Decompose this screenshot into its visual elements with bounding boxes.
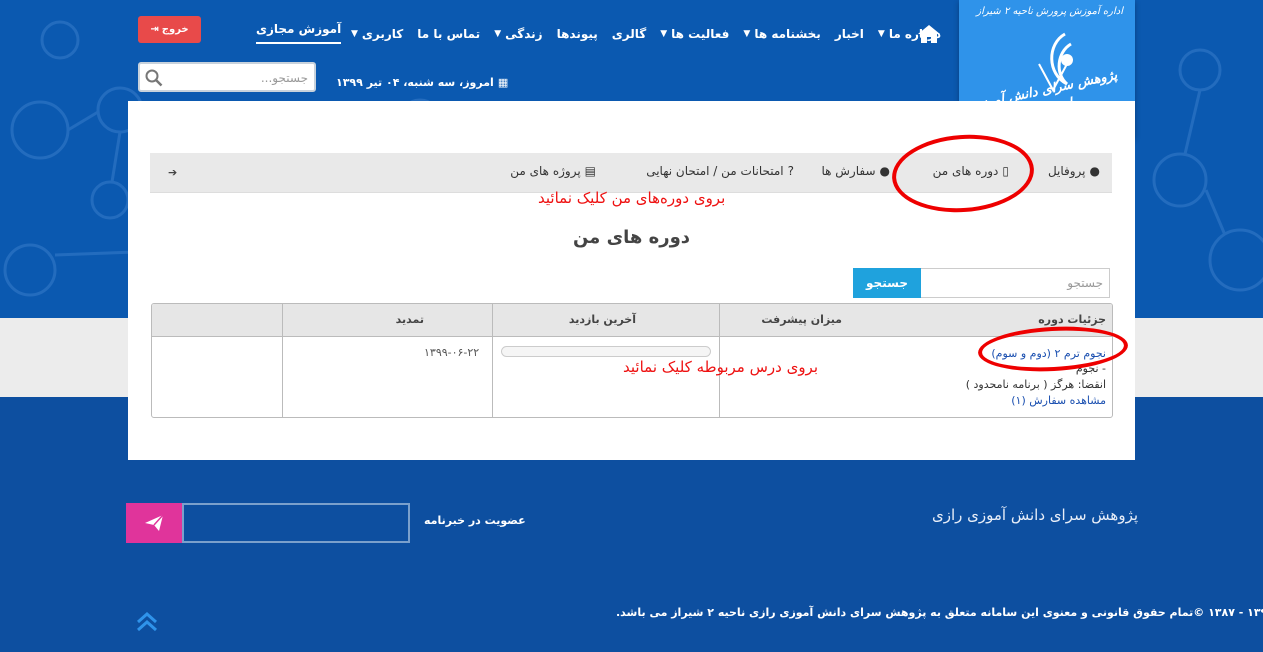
tab-label: سفارش ها: [821, 164, 876, 178]
user-icon: ●: [1089, 164, 1100, 178]
nav-item-life[interactable]: زندگی ▼: [494, 27, 542, 41]
course-search-button[interactable]: جستجو: [853, 268, 921, 298]
newsletter-submit-button[interactable]: [126, 503, 182, 543]
column-divider: [492, 304, 493, 417]
logo-top-text: اداره آموزش پرورش ناحیه ۲ شیراز: [976, 6, 1123, 17]
nav-label: گالری: [611, 27, 647, 41]
view-orders-link[interactable]: مشاهده سفارش (۱): [1011, 394, 1106, 407]
nav-item-contact[interactable]: تماس با ما: [417, 27, 480, 41]
course-search-input[interactable]: [923, 274, 1103, 292]
course-subtitle: - نجوم: [1075, 362, 1106, 375]
last-visit-date: ۱۳۹۹-۰۶-۲۲: [424, 346, 480, 359]
header-renew: تمدید: [395, 313, 424, 326]
chevron-down-icon: ▼: [877, 29, 885, 39]
chevron-down-icon: ▼: [743, 29, 751, 39]
header-details: جزئیات دوره: [1038, 313, 1106, 326]
nav-item-links[interactable]: پیوندها: [557, 27, 598, 41]
chevron-down-icon: ▼: [494, 29, 502, 39]
newsletter-email-input[interactable]: [184, 505, 408, 541]
newsletter-input-wrapper: [182, 503, 410, 543]
nav-item-gallery[interactable]: گالری: [612, 27, 646, 41]
calendar-icon: ▦: [497, 76, 509, 89]
header-search: [138, 62, 316, 92]
nav-item-circulars[interactable]: بخشنامه ها ▼: [743, 27, 820, 41]
progress-bar: [501, 346, 711, 357]
nav-label: زندگی: [505, 27, 543, 41]
view-orders-text[interactable]: مشاهده سفارش (۱): [1011, 394, 1106, 407]
course-link-text[interactable]: نجوم ترم ۲ (دوم و سوم): [991, 347, 1106, 360]
tab-orders[interactable]: ● سفارش ها: [821, 164, 890, 178]
tab-exams[interactable]: ? امتحانات من / امتحان نهایی: [646, 164, 794, 178]
tab-profile[interactable]: ● پروفایل: [1048, 164, 1100, 178]
tab-label: پروفایل: [1047, 164, 1086, 178]
chevron-up-icon[interactable]: [136, 612, 158, 632]
header-progress: میزان پیشرفت: [761, 313, 842, 326]
logout-button[interactable]: خروج ⇥: [138, 16, 201, 43]
exit-icon[interactable]: ➔: [168, 166, 177, 179]
header-search-input[interactable]: [170, 68, 308, 88]
nav-item-virtual-education[interactable]: آموزش مجازی: [256, 22, 342, 44]
nav-label: تماس با ما: [417, 27, 481, 41]
newsletter-label: عضویت در خبرنامه: [424, 514, 526, 527]
nav-label: فعالیت ها: [671, 27, 730, 41]
question-icon: ?: [787, 164, 794, 178]
cart-icon: ●: [879, 164, 890, 178]
course-link[interactable]: نجوم ترم ۲ (دوم و سوم): [991, 347, 1106, 360]
column-divider: [282, 304, 283, 417]
nav-label: کاربری: [361, 27, 404, 41]
table-header: جزئیات دوره میزان پیشرفت آخرین بازدید تم…: [152, 304, 1112, 337]
profile-tabs: ● پروفایل ▯ دوره های من ● سفارش ها ? امت…: [150, 153, 1112, 193]
date-display: ▦ امروز، سه شنبه، ۰۴ تیر ۱۳۹۹: [336, 76, 508, 89]
nav-item-activities[interactable]: فعالیت ها ▼: [660, 27, 729, 41]
logout-label: خروج: [161, 24, 189, 35]
nav-label: اخبار: [834, 27, 864, 41]
nav-label: بخشنامه ها: [754, 27, 821, 41]
main-panel: ● پروفایل ▯ دوره های من ● سفارش ها ? امت…: [128, 101, 1135, 460]
nav-item-user[interactable]: کاربری ▼: [351, 27, 403, 41]
tab-label: امتحانات من / امتحان نهایی: [646, 164, 784, 178]
page-title: دوره های من: [572, 227, 691, 248]
file-icon: ▯: [1002, 164, 1009, 178]
nav-label: پیوندها: [556, 27, 598, 41]
tab-label: دوره های من: [932, 164, 999, 178]
footer-title: پژوهش سرای دانش آموزی رازی: [932, 506, 1139, 524]
tab-projects[interactable]: ▤ پروژه های من: [510, 164, 596, 178]
course-expiry: انقضا: هرگز ( برنامه نامحدود ): [965, 378, 1106, 391]
nav-item-about[interactable]: درباره ما ▼: [878, 27, 941, 41]
tab-my-courses[interactable]: ▯ دوره های من: [933, 164, 1009, 178]
annotation-hint-course: بروی درس مربوطه کلیک نمائید: [623, 358, 819, 376]
search-icon[interactable]: [145, 69, 163, 87]
nav-label: درباره ما: [888, 27, 941, 41]
chevron-down-icon: ▼: [660, 29, 668, 39]
nav-item-news[interactable]: اخبار: [835, 27, 864, 41]
pdf-icon: ▤: [584, 164, 596, 178]
annotation-hint-courses: بروی دوره‌های من کلیک نمائید: [538, 189, 726, 207]
main-nav: درباره ما ▼ اخبار بخشنامه ها ▼ فعالیت ها ▼ …: [351, 22, 941, 46]
send-icon: [145, 514, 164, 531]
tab-label: پروژه های من: [510, 164, 581, 178]
copyright-text: ۱۳۹۹ - ۱۳۸۷ ©تمام حقوق قانونی و معنوی ای…: [616, 606, 1263, 619]
sign-out-icon: ⇥: [150, 24, 159, 35]
date-text: امروز، سه شنبه، ۰۴ تیر ۱۳۹۹: [336, 76, 494, 89]
header-last-visit: آخرین بازدید: [568, 313, 636, 326]
chevron-down-icon: ▼: [350, 29, 358, 39]
